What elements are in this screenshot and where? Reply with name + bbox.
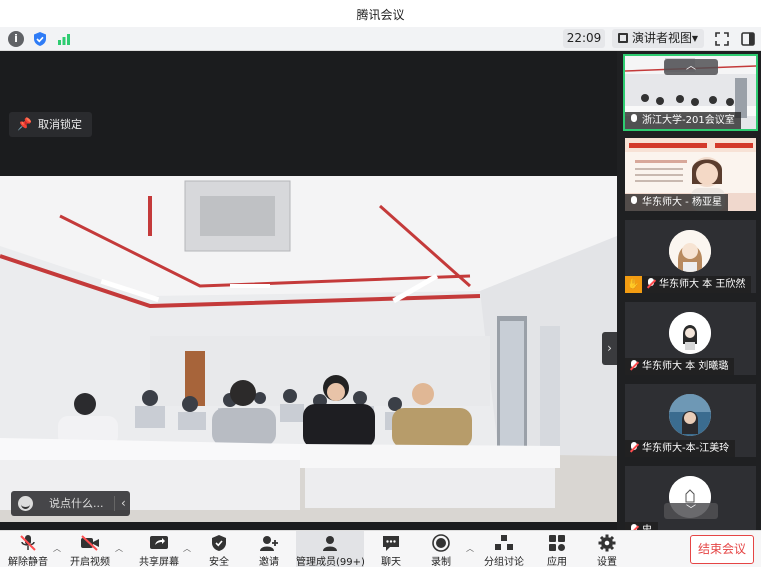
invite-label: 邀请 [259,557,279,567]
meeting-timer: 22:09 [563,29,605,48]
chevron-left-icon[interactable]: ‹ [121,491,126,516]
security-button[interactable]: 安全 [200,531,238,567]
share-screen-label: 共享屏幕 [139,557,179,567]
start-video-label: 开启视频 [70,557,110,567]
fullscreen-icon[interactable] [714,31,730,47]
mic-muted-icon [630,360,638,371]
participant-tile[interactable]: 华东师大 - 杨亚星 [625,138,756,211]
raise-hand-icon: ✋ [625,276,642,293]
caret-down-icon: ▼ [691,34,698,43]
record-label: 录制 [431,557,451,567]
caret-up-icon[interactable]: ︿ [115,543,123,554]
view-mode-label: 演讲者视图 [632,31,693,45]
sidebar-toggle-icon[interactable] [740,31,756,47]
chat-icon [383,536,399,551]
avatar [669,312,711,354]
share-screen-button[interactable]: 共享屏幕 [136,531,182,567]
security-label: 安全 [209,557,229,567]
mic-muted-icon [630,442,638,453]
pin-icon: 📌 [17,117,32,131]
participant-name: 浙江大学-201会议室 [642,115,735,126]
share-screen-icon [150,536,168,549]
main-stage: 📌 取消锁定 说点什么... ‹ › [0,51,617,530]
members-icon [323,536,337,551]
settings-label: 设置 [597,557,617,567]
unpin-button[interactable]: 📌 取消锁定 [9,112,92,137]
camera-off-icon [81,535,99,551]
caret-up-icon[interactable]: ︿ [183,543,191,554]
participant-label: 华东师大 - 杨亚星 [625,194,728,211]
caret-up-icon[interactable]: ︿ [466,543,474,554]
title-bar: 腾讯会议 [0,0,761,27]
participant-label: 史 [625,522,658,530]
participant-name: 华东师大 本 刘曦璐 [642,361,729,372]
shield-icon [212,535,226,551]
mic-muted-icon [20,535,36,551]
meeting-toolbar: 解除静音 ︿ 开启视频 ︿ 共享屏幕 ︿ 安全 邀请 管理成员(99+) 聊天 … [0,530,761,567]
speaker-video [0,176,617,522]
divider [114,496,115,511]
breakout-icon [495,535,513,550]
mic-muted-icon [647,278,655,289]
avatar [669,230,711,272]
emoji-icon[interactable] [18,496,33,511]
apps-label: 应用 [547,557,567,567]
add-user-icon [260,536,278,551]
manage-members-label: 管理成员(99+) [296,557,365,567]
participant-tile[interactable]: 华东师大-本-江美玲 [625,384,756,457]
gear-icon [598,534,616,552]
apps-button[interactable]: 应用 [539,531,575,567]
participant-tile[interactable]: 华东师大 本 刘曦璐 [625,302,756,375]
shield-icon[interactable] [32,31,48,47]
breakout-label: 分组讨论 [484,557,524,567]
participant-label: 华东师大 本 刘曦璐 [625,358,735,375]
info-icon[interactable]: i [8,31,24,47]
invite-button[interactable]: 邀请 [250,531,288,567]
meeting-info-bar: i 22:09 演讲者视图 ▼ [0,27,761,51]
unpin-label: 取消锁定 [37,118,82,131]
chat-button[interactable]: 聊天 [372,531,410,567]
participant-name: 华东师大 本 王欣然 [659,279,746,290]
signal-icon[interactable] [56,31,72,47]
layout-icon [618,33,628,43]
mic-icon [630,114,638,125]
chat-placeholder[interactable]: 说点什么... [49,491,104,516]
breakout-rooms-button[interactable]: 分组讨论 [482,531,526,567]
end-meeting-button[interactable]: 结束会议 [690,535,754,564]
unmute-button[interactable]: 解除静音 [5,531,51,567]
view-mode-dropdown[interactable]: 演讲者视图 ▼ [612,29,704,48]
scroll-down-button[interactable]: ﹀ [664,503,718,519]
record-button[interactable]: 录制 [422,531,460,567]
participant-name: 华东师大-本-江美玲 [642,443,730,454]
unmute-label: 解除静音 [8,557,48,567]
apps-icon [549,535,565,551]
scroll-up-button[interactable]: ︿ [664,59,718,75]
caret-up-icon[interactable]: ︿ [53,543,61,554]
participant-label: 华东师大 本 王欣然 [642,276,752,293]
mic-icon [630,196,638,207]
participant-panel: 浙江大学-201会议室 ︿ 华东师大 - 杨亚星 ✋ 华东师大 本 王欣然 华东… [617,51,761,530]
settings-button[interactable]: 设置 [589,531,625,567]
participant-label: 浙江大学-201会议室 [625,112,741,129]
participant-name: 华东师大 - 杨亚星 [642,197,722,208]
record-icon [432,534,450,552]
chat-input-bar[interactable]: 说点什么... ‹ [11,491,130,516]
avatar [669,394,711,436]
manage-members-button[interactable]: 管理成员(99+) [296,531,365,567]
participant-tile[interactable]: 史 [625,466,756,530]
window-title: 腾讯会议 [356,8,405,22]
participant-label: 华东师大-本-江美玲 [625,440,736,457]
start-video-button[interactable]: 开启视频 [67,531,113,567]
chat-label: 聊天 [381,557,401,567]
participant-tile[interactable]: ✋ 华东师大 本 王欣然 [625,220,756,293]
panel-collapse-handle[interactable]: › [602,332,617,365]
